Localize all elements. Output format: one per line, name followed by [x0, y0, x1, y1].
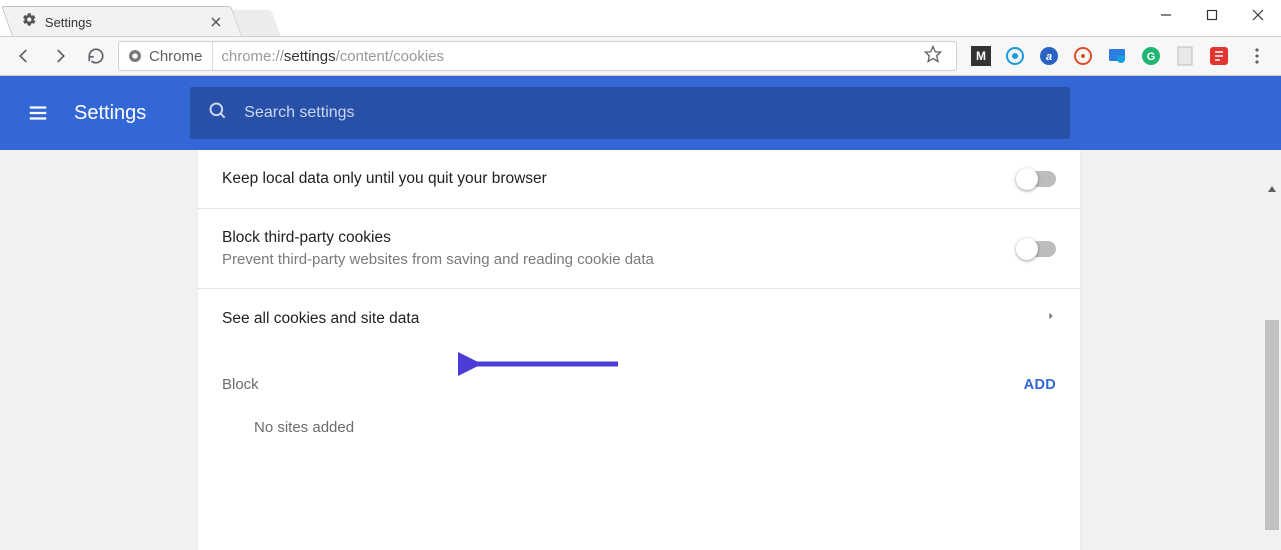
cookies-settings-panel: Keep local data only until you quit your… — [198, 150, 1080, 550]
window-close-button[interactable] — [1235, 0, 1281, 30]
settings-title: Settings — [74, 102, 146, 125]
row-block-third-party: Block third-party cookies Prevent third-… — [198, 209, 1080, 289]
tab-close-icon[interactable] — [210, 16, 222, 28]
row-block-third-party-sub: Prevent third-party websites from saving… — [222, 251, 1018, 268]
address-bar[interactable]: Chrome chrome://settings/content/cookies — [118, 41, 957, 71]
bookmark-star-icon[interactable] — [918, 45, 948, 68]
settings-header: Settings — [0, 76, 1281, 150]
add-block-button[interactable]: ADD — [1024, 377, 1056, 393]
extension-icon-1[interactable]: M — [971, 46, 991, 66]
extension-icon-3[interactable]: a — [1039, 46, 1059, 66]
window-maximize-button[interactable] — [1189, 0, 1235, 30]
svg-text:a: a — [1046, 51, 1052, 63]
forward-button[interactable] — [46, 42, 74, 70]
settings-search-input[interactable] — [244, 104, 1052, 122]
page-scrollbar-thumb[interactable] — [1265, 320, 1279, 530]
row-see-all-cookies[interactable]: See all cookies and site data — [198, 289, 1080, 348]
extension-icon-8[interactable] — [1209, 46, 1229, 66]
tab-strip: Settings — [0, 0, 1281, 36]
extension-icons: M a G — [965, 46, 1235, 66]
reload-button[interactable] — [82, 42, 110, 70]
row-keep-local-data-title: Keep local data only until you quit your… — [222, 170, 1018, 188]
chrome-page-icon — [127, 48, 143, 64]
new-tab-button[interactable] — [231, 10, 280, 36]
site-info[interactable]: Chrome — [127, 42, 213, 70]
tab-title: Settings — [45, 14, 202, 29]
settings-search[interactable] — [190, 87, 1070, 139]
block-section-header: Block ADD — [198, 348, 1080, 399]
svg-text:G: G — [1147, 51, 1156, 63]
row-keep-local-data: Keep local data only until you quit your… — [198, 150, 1080, 209]
extension-icon-5[interactable] — [1107, 46, 1127, 66]
extension-icon-2[interactable] — [1005, 46, 1025, 66]
menu-icon[interactable] — [26, 101, 50, 125]
settings-content: Keep local data only until you quit your… — [0, 150, 1281, 550]
row-see-all-cookies-title: See all cookies and site data — [222, 310, 1046, 328]
row-block-third-party-title: Block third-party cookies — [222, 229, 1018, 247]
gear-icon — [22, 12, 37, 32]
block-section-label: Block — [222, 376, 259, 393]
url-text: chrome://settings/content/cookies — [221, 48, 910, 65]
scrollbar-up-icon[interactable] — [1265, 182, 1279, 196]
tab-settings[interactable]: Settings — [1, 6, 242, 36]
browser-menu-button[interactable] — [1243, 48, 1271, 64]
extension-icon-7[interactable] — [1175, 46, 1195, 66]
chevron-right-icon — [1046, 309, 1056, 328]
block-section-empty: No sites added — [198, 399, 1080, 456]
extension-icon-6[interactable]: G — [1141, 46, 1161, 66]
back-button[interactable] — [10, 42, 38, 70]
browser-toolbar: Chrome chrome://settings/content/cookies… — [0, 36, 1281, 76]
toggle-keep-local-data[interactable] — [1018, 171, 1056, 187]
extension-icon-4[interactable] — [1073, 46, 1093, 66]
toggle-block-third-party[interactable] — [1018, 241, 1056, 257]
search-icon — [208, 101, 228, 126]
site-info-label: Chrome — [149, 48, 202, 65]
window-minimize-button[interactable] — [1143, 0, 1189, 30]
window-controls — [1143, 0, 1281, 30]
